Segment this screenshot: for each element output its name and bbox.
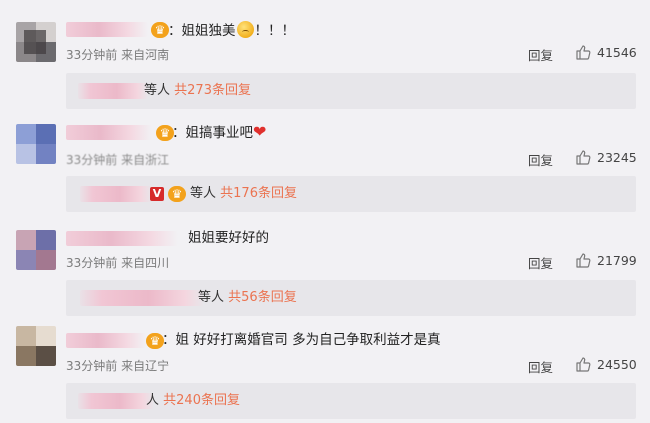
comment-text: 姐姐要好好的 [188, 230, 269, 246]
reply-users-blurred [80, 186, 152, 202]
thumbs-up-icon [576, 357, 591, 372]
comment-meta: 33分钟前 来自四川 [66, 256, 170, 270]
avatar[interactable] [16, 230, 56, 270]
heart-icon: ❤ [253, 122, 267, 141]
comment-text: ：姐姐独美！！！ [168, 21, 295, 39]
reply-button[interactable]: 回复 [528, 45, 553, 64]
sub-replies-link[interactable]: 共176条回复 [220, 186, 297, 201]
avatar[interactable] [16, 326, 56, 366]
reply-button[interactable]: 回复 [528, 357, 553, 376]
username-blurred[interactable] [66, 333, 146, 348]
comment-text: ：姐 好好打离婚官司 多为自己争取利益才是真 [162, 332, 441, 348]
like-count: 41546 [597, 44, 637, 60]
thumbs-up-icon [576, 253, 591, 268]
like-button[interactable]: 24550 [575, 356, 637, 372]
reply-users-blurred [78, 393, 154, 409]
username-blurred[interactable] [66, 231, 178, 246]
thumbs-up-icon [576, 150, 591, 165]
like-button[interactable]: 21799 [575, 252, 637, 268]
sub-replies-summary: 等人 共56条回复 [198, 290, 297, 305]
sub-replies-summary: 等人 共176条回复 [190, 186, 297, 201]
sub-replies-link[interactable]: 共56条回复 [228, 290, 297, 305]
username-blurred[interactable] [66, 22, 148, 37]
crown-icon: ♛ [168, 186, 186, 202]
crown-icon: ♛ [151, 22, 169, 38]
sub-replies-summary: 人 共240条回复 [146, 393, 240, 408]
sub-replies-summary: 等人 共273条回复 [144, 83, 251, 98]
sub-replies-panel[interactable]: 人 共240条回复 [66, 383, 636, 419]
avatar[interactable] [16, 124, 56, 164]
sub-replies-link[interactable]: 共240条回复 [163, 393, 240, 408]
like-button[interactable]: 23245 [575, 149, 637, 165]
like-count: 21799 [597, 252, 637, 268]
like-button[interactable]: 41546 [575, 44, 637, 60]
like-count: 24550 [597, 356, 637, 372]
comment-meta: 33分钟前 来自辽宁 [66, 359, 170, 373]
reply-users-blurred [80, 290, 204, 306]
sub-replies-panel[interactable]: 等人 共273条回复 [66, 73, 636, 109]
username-blurred[interactable] [66, 125, 152, 140]
sub-replies-panel[interactable]: 等人 共56条回复 [66, 280, 636, 316]
reply-button[interactable]: 回复 [528, 253, 553, 272]
comment-text: ：姐搞事业吧❤ [172, 122, 267, 142]
verified-v-icon: V [150, 187, 164, 201]
sub-replies-panel[interactable]: V ♛ 等人 共176条回复 [66, 176, 636, 212]
sad-emoji-icon [236, 21, 254, 38]
avatar[interactable] [16, 22, 56, 62]
comment-meta: 33分钟前 来自河南 [66, 48, 170, 62]
reply-users-blurred [78, 83, 148, 99]
thumbs-up-icon [576, 45, 591, 60]
sub-replies-link[interactable]: 共273条回复 [174, 83, 251, 98]
reply-button[interactable]: 回复 [528, 150, 553, 169]
like-count: 23245 [597, 149, 637, 165]
comment-meta: 33分钟前 来自浙江 [66, 153, 170, 167]
